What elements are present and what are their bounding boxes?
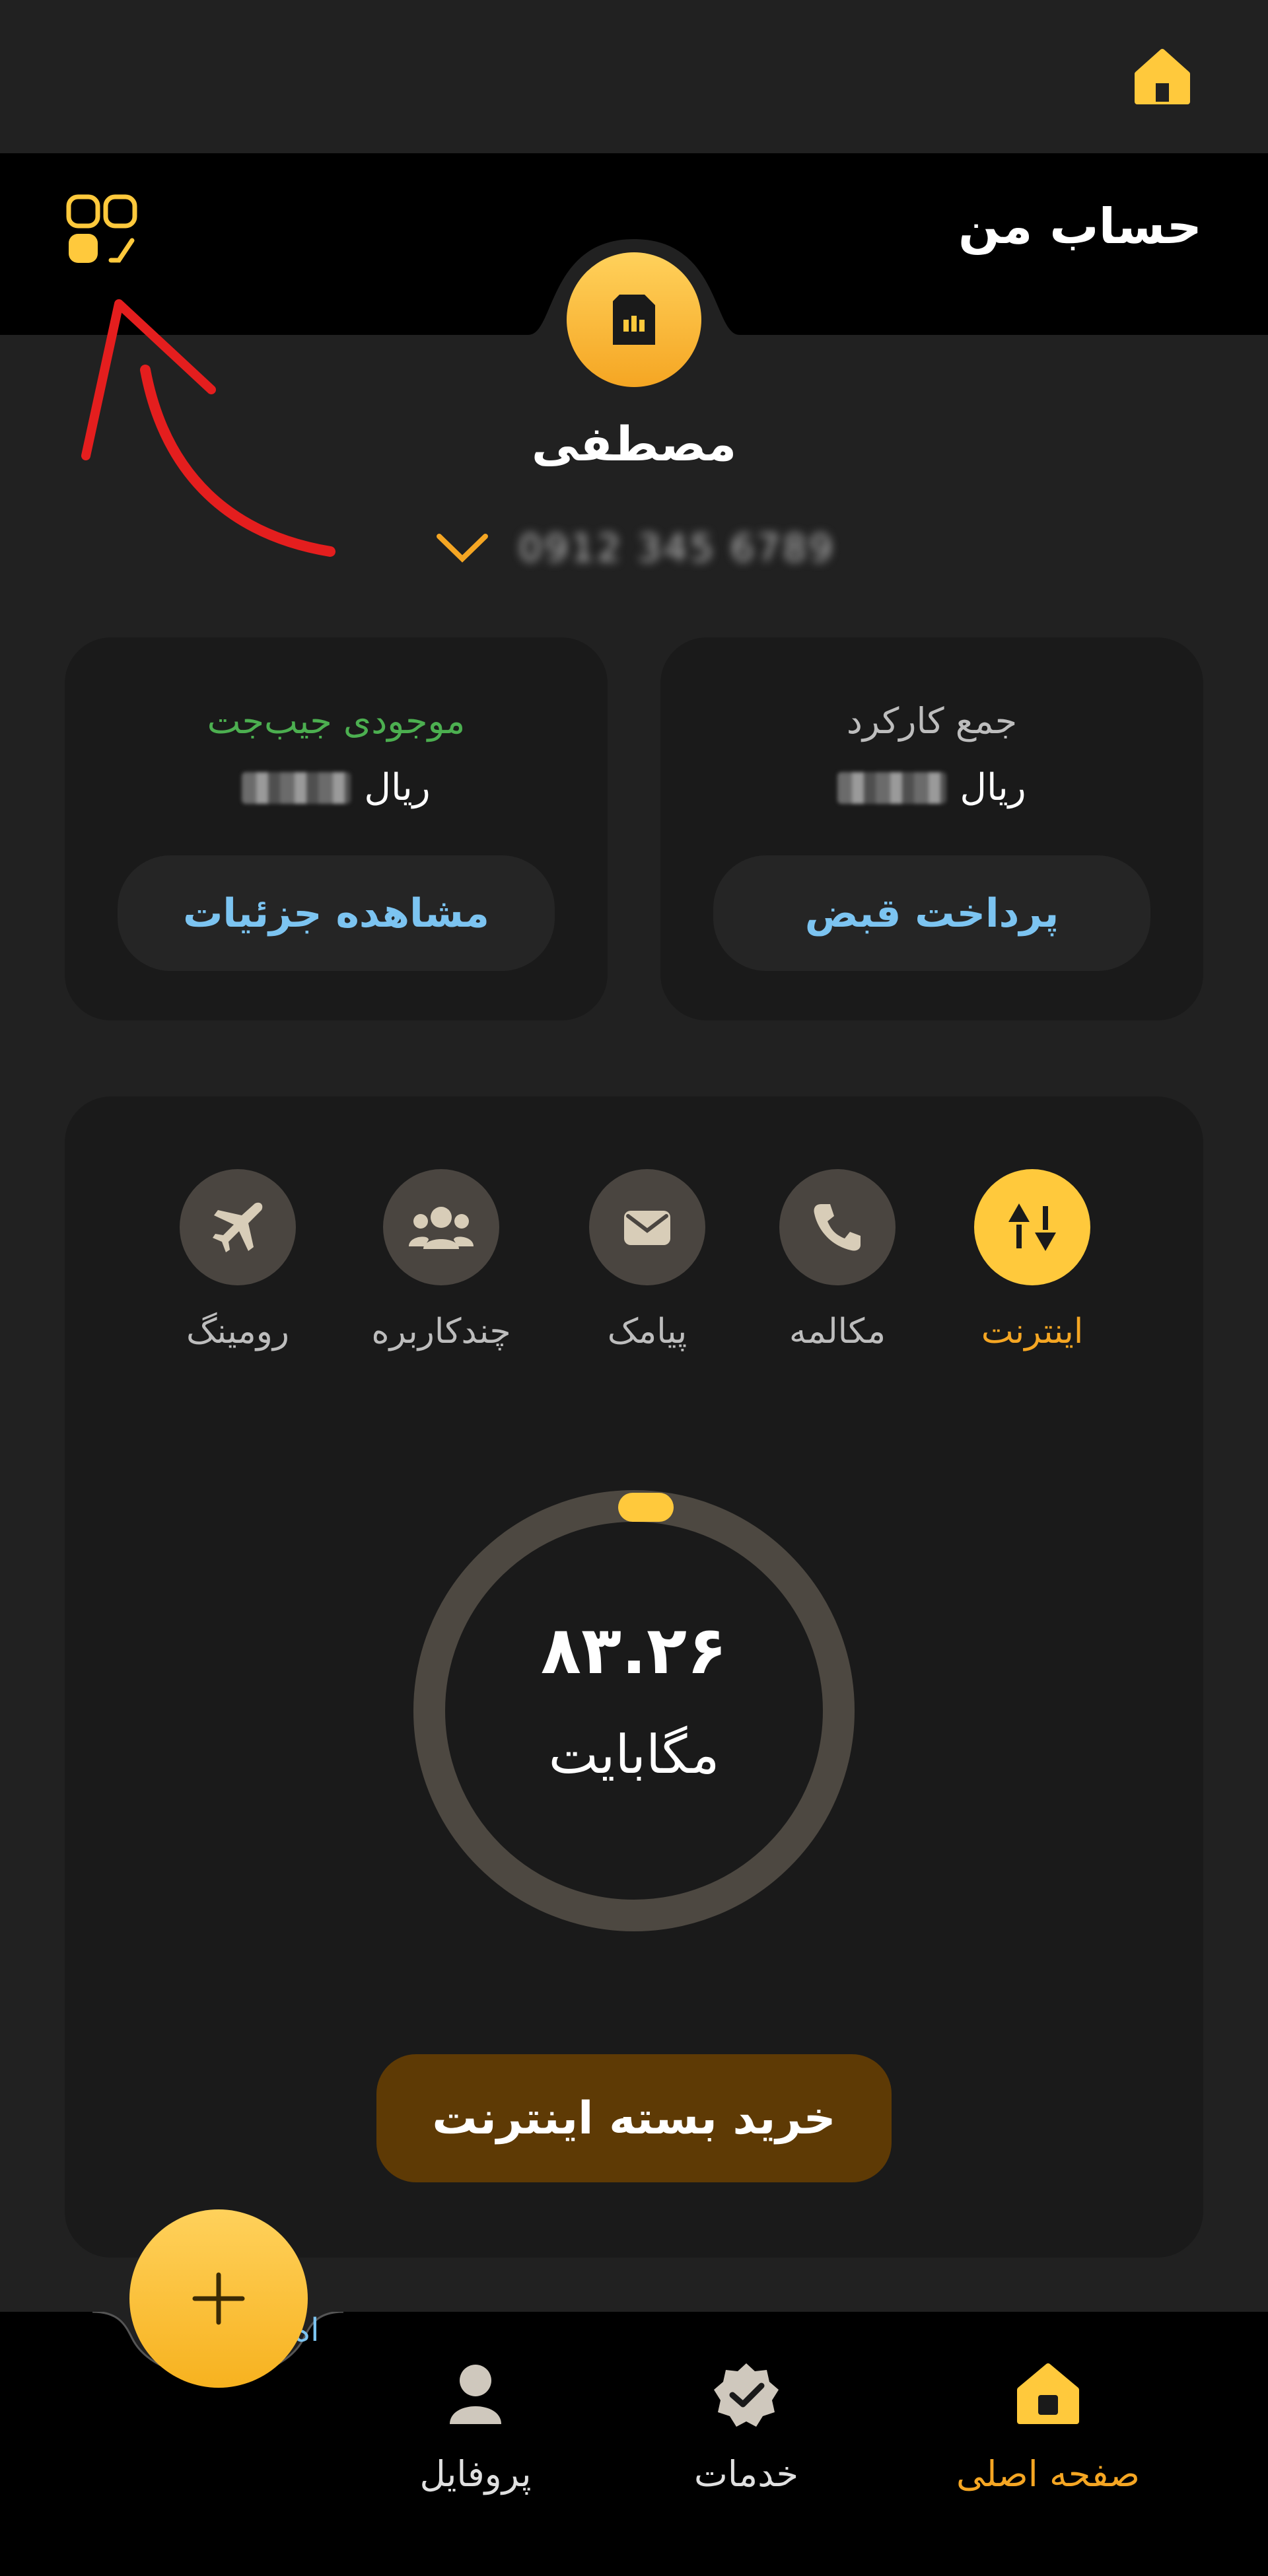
usage-ring (413, 1490, 855, 1931)
nav-home[interactable]: صفحه اصلی (949, 2358, 1147, 2495)
sim-card-icon (567, 252, 701, 387)
tab-sms[interactable]: پیامک (565, 1169, 730, 1351)
buy-internet-package-button[interactable]: خرید بسته اینترنت (376, 2054, 892, 2182)
usage-ring-marker (618, 1493, 674, 1522)
nav-label: صفحه اصلی (956, 2453, 1140, 2495)
nav-label: پروفایل (419, 2453, 532, 2495)
bill-card: جمع کارکرد ریال پرداخت قبض (660, 637, 1203, 1020)
users-icon (383, 1169, 499, 1285)
user-name: مصطفی (531, 416, 737, 472)
tab-roaming[interactable]: رومینگ (155, 1169, 320, 1351)
tab-label: مکالمه (789, 1312, 886, 1351)
apps-grid-icon[interactable] (63, 192, 143, 271)
phone-selector[interactable]: 0912 345 6789 (409, 519, 859, 578)
chevron-down-icon[interactable] (433, 528, 492, 568)
airplane-icon (180, 1169, 296, 1285)
currency-label: ریال (960, 766, 1026, 809)
home-icon[interactable] (1131, 45, 1194, 108)
tab-label: چندکاربره (371, 1312, 511, 1351)
page-title: حساب من (958, 198, 1202, 255)
blurred-amount (837, 771, 947, 804)
nav-label: خدمات (694, 2453, 798, 2495)
envelope-icon (589, 1169, 705, 1285)
tab-internet[interactable]: اینترنت (950, 1169, 1115, 1351)
bill-title: جمع کارکرد (846, 700, 1018, 742)
nav-services[interactable]: خدمات (647, 2358, 845, 2495)
wallet-amount: ریال (65, 766, 608, 809)
currency-label: ریال (364, 766, 431, 809)
home-icon (1017, 2363, 1079, 2424)
verified-badge-icon (714, 2363, 779, 2427)
user-icon (450, 2365, 501, 2424)
phone-icon (779, 1169, 896, 1285)
tab-label: رومینگ (186, 1312, 289, 1351)
nav-profile[interactable]: پروفایل (376, 2358, 575, 2495)
tab-multi-user[interactable]: چندکاربره (359, 1169, 524, 1351)
pay-bill-button[interactable]: پرداخت قبض (713, 855, 1150, 971)
add-button[interactable] (129, 2209, 308, 2388)
internet-arrows-icon (974, 1169, 1090, 1285)
wallet-card: موجودی جیب‌جت ریال مشاهده جزئیات (65, 637, 608, 1020)
blurred-amount (242, 771, 351, 804)
tab-label: پیامک (607, 1312, 687, 1351)
phone-number: 0912 345 6789 (518, 526, 835, 570)
tab-label: اینترنت (981, 1312, 1084, 1351)
view-details-button[interactable]: مشاهده جزئیات (118, 855, 555, 971)
status-area (0, 0, 1268, 153)
tab-calls[interactable]: مکالمه (755, 1169, 920, 1351)
usage-value: ۸۳.۲۶ (540, 1612, 728, 1689)
wallet-title: موجودی جیب‌جت (207, 700, 466, 742)
usage-unit: مگابایت (548, 1724, 720, 1785)
plus-icon (192, 2272, 245, 2325)
bill-amount: ریال (660, 766, 1203, 809)
